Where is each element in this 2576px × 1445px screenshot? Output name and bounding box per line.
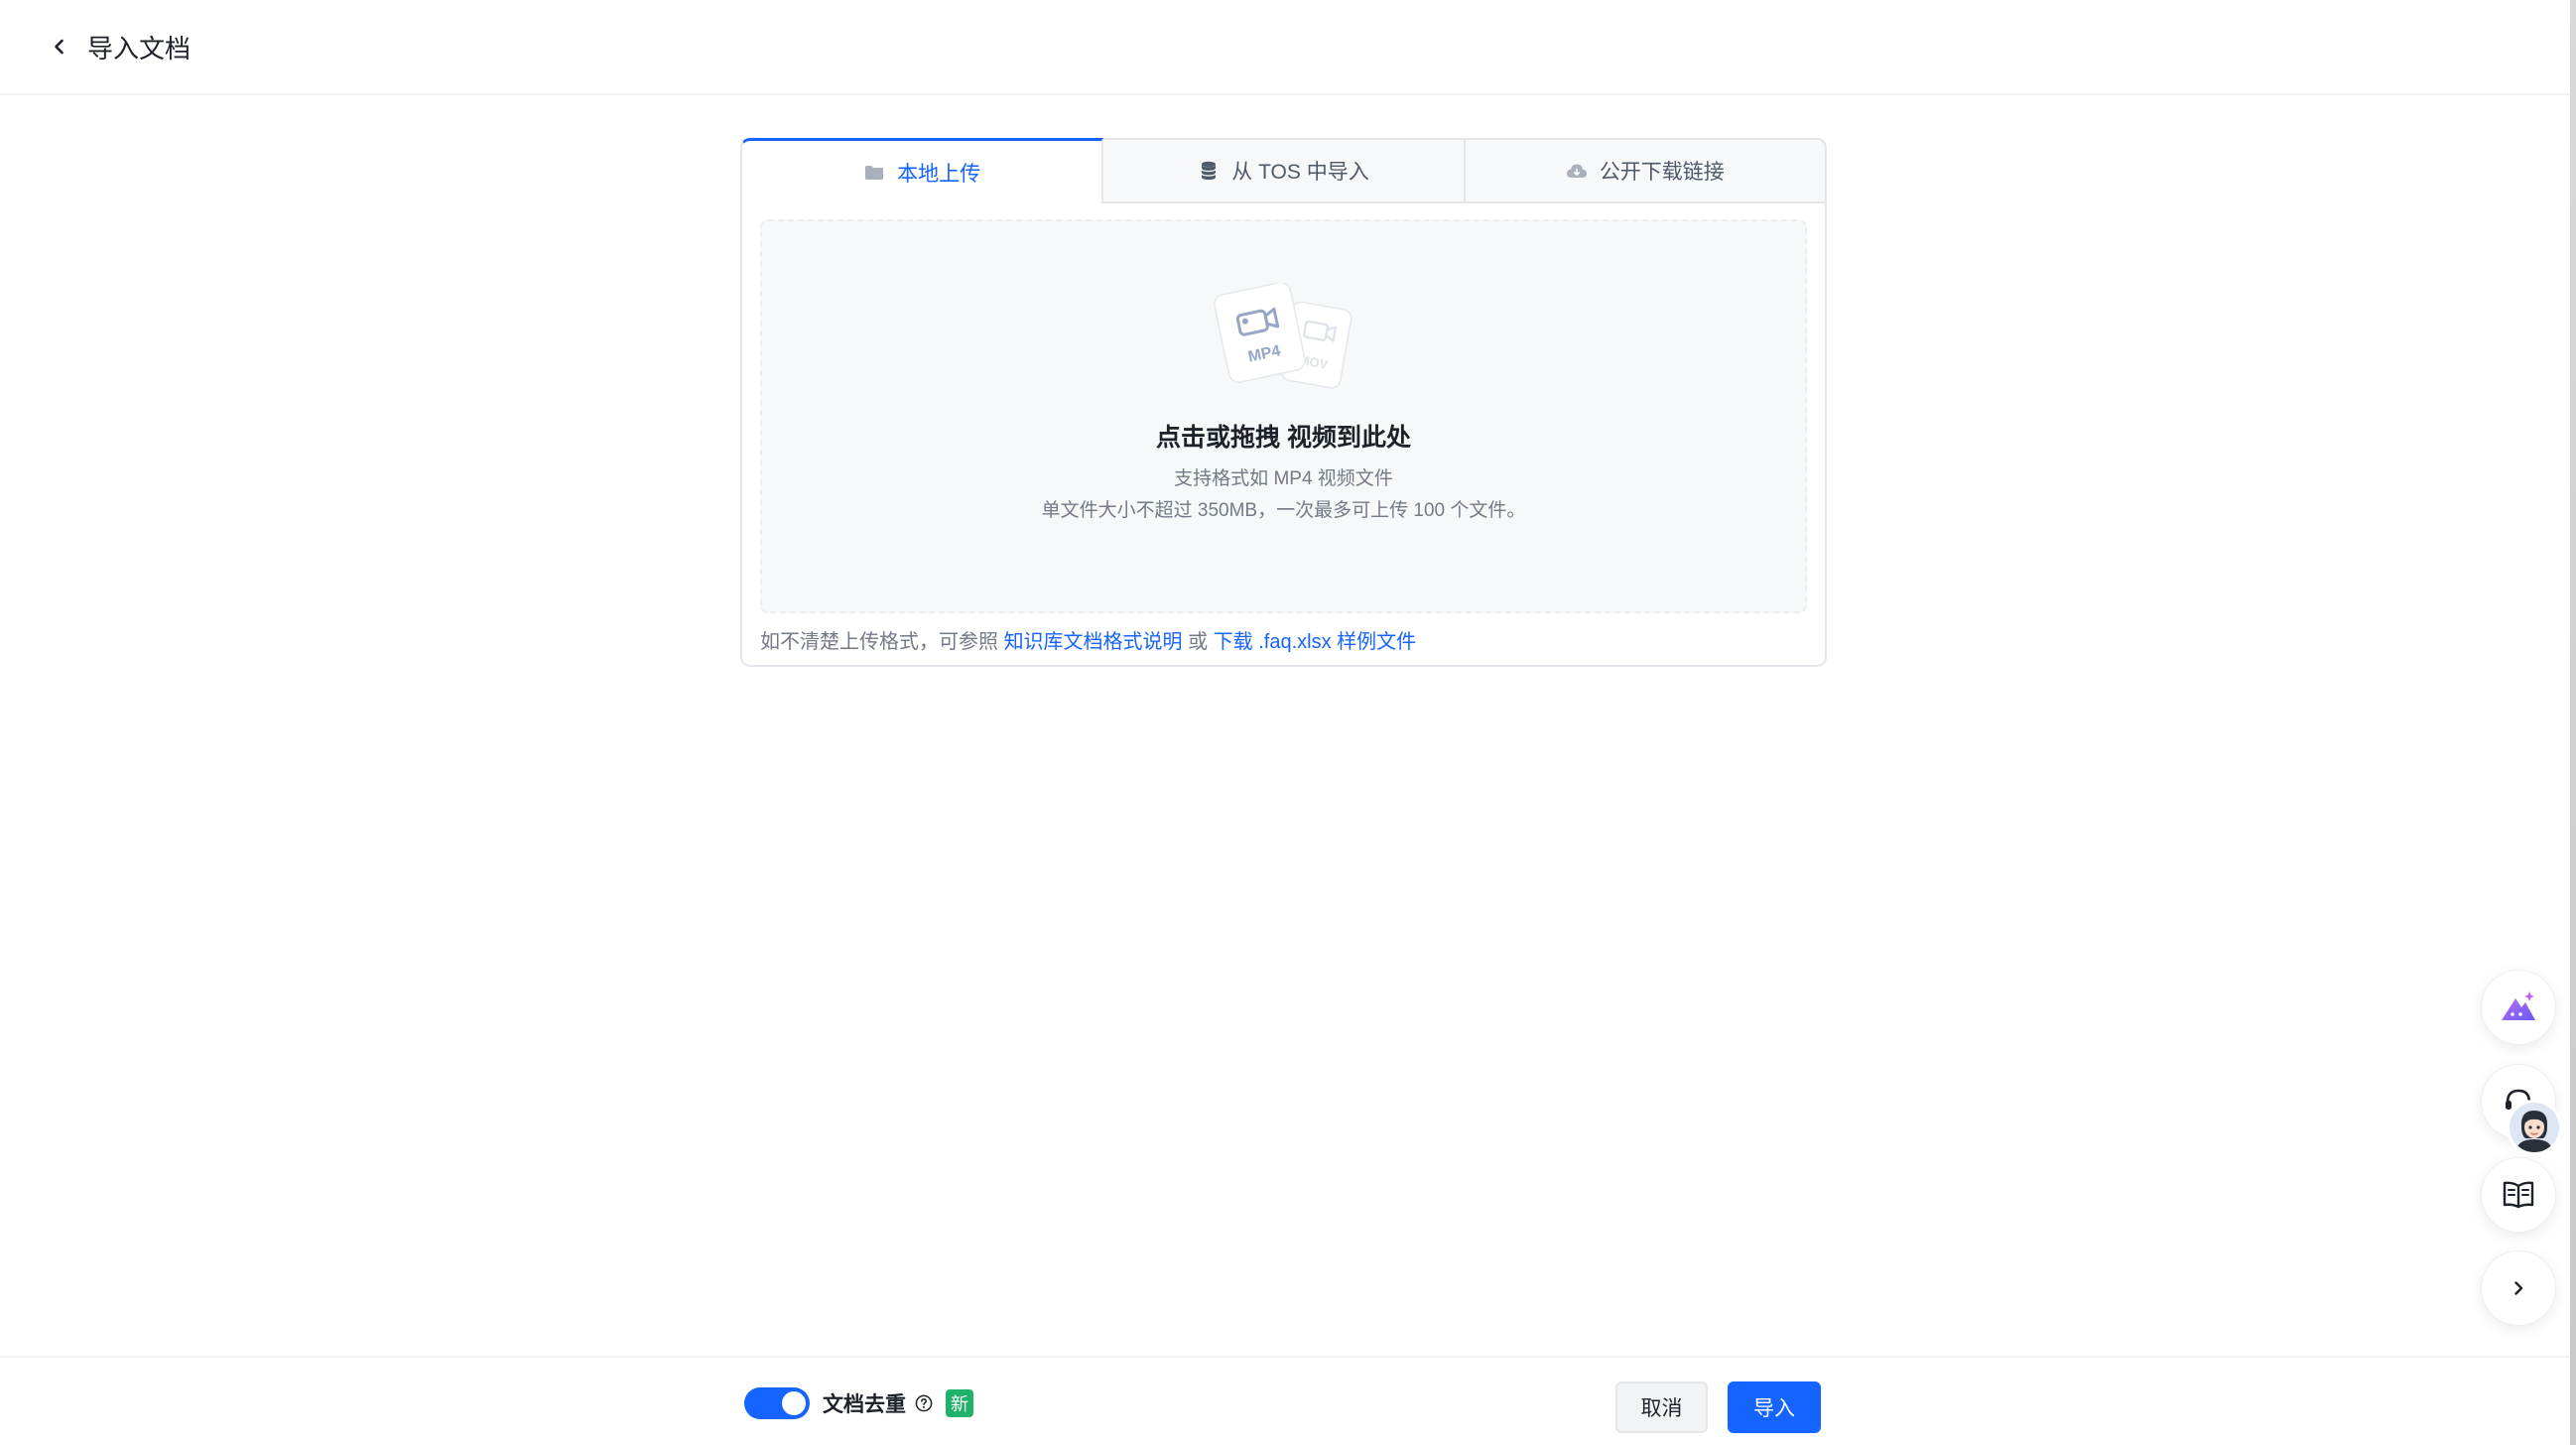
ai-assistant-icon <box>2502 991 2535 1020</box>
hint-prefix: 如不清楚上传格式，可参照 <box>760 631 1004 653</box>
page-header: 导入文档 <box>0 0 2576 95</box>
page-title: 导入文档 <box>87 33 192 64</box>
tab-local-upload[interactable]: 本地上传 <box>740 138 1104 203</box>
dropzone-size-hint: 单文件大小不超过 350MB，一次最多可上传 100 个文件。 <box>1041 500 1526 521</box>
upload-source-tabs: 本地上传 从 TOS 中导入 公开下载链接 <box>740 138 1827 203</box>
format-doc-link[interactable]: 知识库文档格式说明 <box>1004 631 1183 653</box>
tab-tos-import[interactable]: 从 TOS 中导入 <box>1103 138 1466 203</box>
import-button[interactable]: 导入 <box>1728 1381 1821 1433</box>
tab-public-link[interactable]: 公开下载链接 <box>1465 138 1827 203</box>
dropzone-format-hint: 支持格式如 MP4 视频文件 <box>1174 468 1393 489</box>
upload-card: 本地上传 从 TOS 中导入 公开下载链接 MOV MP4 点击或拖拽 视频到此… <box>740 138 1827 667</box>
tab-label: 公开下载链接 <box>1599 161 1725 184</box>
tab-label: 本地上传 <box>897 162 981 186</box>
expand-button[interactable] <box>2481 1250 2556 1326</box>
new-badge: 新 <box>946 1389 973 1417</box>
tab-label: 从 TOS 中导入 <box>1231 161 1369 184</box>
book-icon <box>2503 1181 2534 1209</box>
database-icon <box>1198 160 1220 182</box>
sample-file-link[interactable]: 下载 .faq.xlsx 样例文件 <box>1214 631 1416 653</box>
cloud-icon <box>1566 160 1588 182</box>
hint-middle: 或 <box>1182 631 1214 653</box>
dedup-label: 文档去重 <box>823 1393 906 1416</box>
dedup-setting: 文档去重 新 <box>744 1387 973 1419</box>
back-button[interactable] <box>46 33 73 61</box>
footer-bar: 文档去重 新 取消 导入 <box>0 1356 2576 1445</box>
chevron-right-icon <box>2514 1281 2523 1295</box>
cancel-button[interactable]: 取消 <box>1615 1381 1708 1433</box>
video-files-illustration: MOV MP4 <box>1214 283 1352 389</box>
user-avatar[interactable] <box>2507 1100 2562 1155</box>
folder-icon <box>863 162 885 184</box>
window-edge <box>2570 0 2576 1445</box>
dedup-toggle[interactable] <box>744 1387 810 1419</box>
file-dropzone[interactable]: MOV MP4 点击或拖拽 视频到此处 支持格式如 MP4 视频文件 单文件大小… <box>760 219 1807 613</box>
docs-button[interactable] <box>2481 1157 2556 1233</box>
toggle-knob <box>782 1391 806 1415</box>
question-circle-icon[interactable] <box>914 1393 934 1413</box>
format-hint: 如不清楚上传格式，可参照 知识库文档格式说明 或 下载 .faq.xlsx 样例… <box>760 625 1416 654</box>
dropzone-title: 点击或拖拽 视频到此处 <box>1156 424 1411 452</box>
ai-assistant-button[interactable] <box>2481 970 2556 1045</box>
chevron-left-icon <box>55 39 64 55</box>
